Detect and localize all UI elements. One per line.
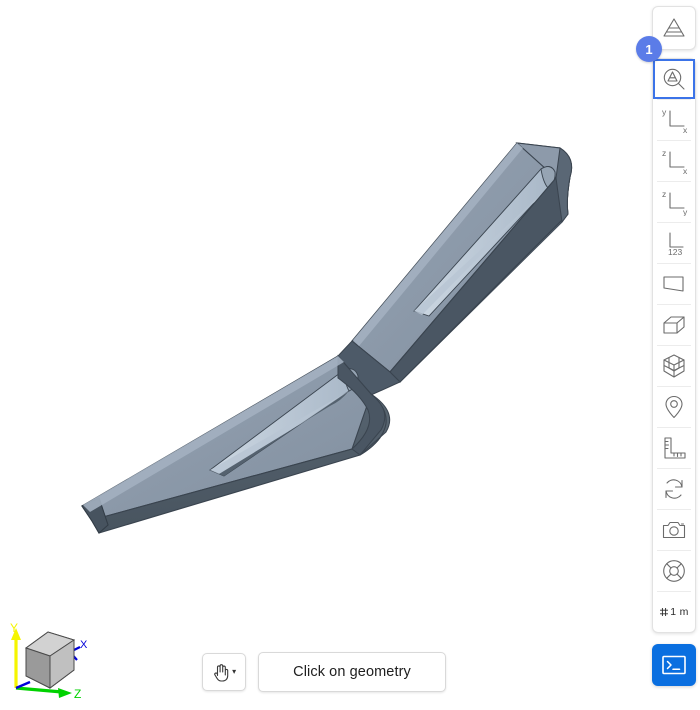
- plane-icon: [663, 276, 684, 292]
- view-zx-icon: z x: [662, 148, 688, 175]
- zoom-mesh-icon: [663, 68, 685, 90]
- screenshot-tool-button[interactable]: [653, 510, 695, 550]
- scale-indicator: 1 m: [653, 592, 695, 632]
- step-badge: 1: [636, 36, 662, 62]
- box-tool-button[interactable]: [653, 305, 695, 345]
- view-zy-button[interactable]: z y: [653, 182, 695, 222]
- map-pin-icon: [665, 395, 683, 419]
- grid-cube-tool-button[interactable]: [653, 346, 695, 386]
- grid-cube-icon: [663, 354, 685, 378]
- view-iso-label: 123: [668, 247, 682, 257]
- view-zx-label-h: x: [683, 166, 688, 175]
- part-body: [81, 142, 573, 534]
- view-yx-button[interactable]: y x: [653, 100, 695, 140]
- axis-label-z: Z: [74, 687, 81, 701]
- mesh-pyramid-icon: [663, 18, 685, 37]
- view-zy-label-v: z: [662, 189, 666, 199]
- view-zx-button[interactable]: z x: [653, 141, 695, 181]
- axis-y: Y: [10, 621, 21, 688]
- axis-triad[interactable]: Y Z X: [4, 618, 108, 704]
- measure-tool-button[interactable]: [653, 428, 695, 468]
- right-toolbar: 1 y x z x z y 123 1 m: [636, 0, 700, 710]
- axis-z: Z: [15, 686, 81, 701]
- model-geometry[interactable]: [0, 0, 648, 710]
- click-on-geometry-button[interactable]: Click on geometry: [258, 652, 446, 692]
- terminal-button[interactable]: [652, 644, 696, 686]
- scale-label-wrap: 1 m: [659, 606, 688, 618]
- axis-label-x: X: [80, 639, 88, 651]
- point-tool-button[interactable]: [653, 387, 695, 427]
- plane-tool-button[interactable]: [653, 264, 695, 304]
- view-iso-button[interactable]: 123: [653, 223, 695, 263]
- view-zy-label-h: y: [683, 207, 688, 216]
- terminal-icon: [662, 655, 686, 675]
- chevron-down-icon: ▾: [232, 667, 237, 676]
- view-yx-icon: y x: [662, 107, 688, 134]
- scale-value: 1 m: [670, 606, 689, 618]
- view-yx-label-v: y: [662, 107, 667, 117]
- view-iso-123-icon: 123: [668, 232, 684, 257]
- ruler-measure-icon: [664, 437, 686, 459]
- axis-label-y: Y: [10, 621, 18, 635]
- view-yx-label-h: x: [683, 125, 688, 134]
- view-zx-label-v: z: [662, 148, 666, 158]
- hand-pointer-icon: [214, 663, 229, 682]
- camera-icon: [662, 521, 686, 539]
- cursor-mode-button[interactable]: ▾: [202, 653, 247, 691]
- orientation-cube[interactable]: [24, 631, 76, 689]
- box-icon: [663, 316, 685, 334]
- help-tool-button[interactable]: [653, 551, 695, 591]
- view-zy-icon: z y: [662, 189, 688, 216]
- refresh-sync-icon: [665, 479, 683, 499]
- scale-hash-icon: [660, 608, 669, 616]
- zoom-mesh-tool-button[interactable]: [653, 59, 695, 99]
- view-tools-card: y x z x z y 123 1 m: [652, 58, 696, 633]
- refresh-tool-button[interactable]: [653, 469, 695, 509]
- lifebuoy-help-icon: [663, 560, 685, 582]
- 3d-viewport[interactable]: Y Z X ▾ Click on geometry: [0, 0, 648, 710]
